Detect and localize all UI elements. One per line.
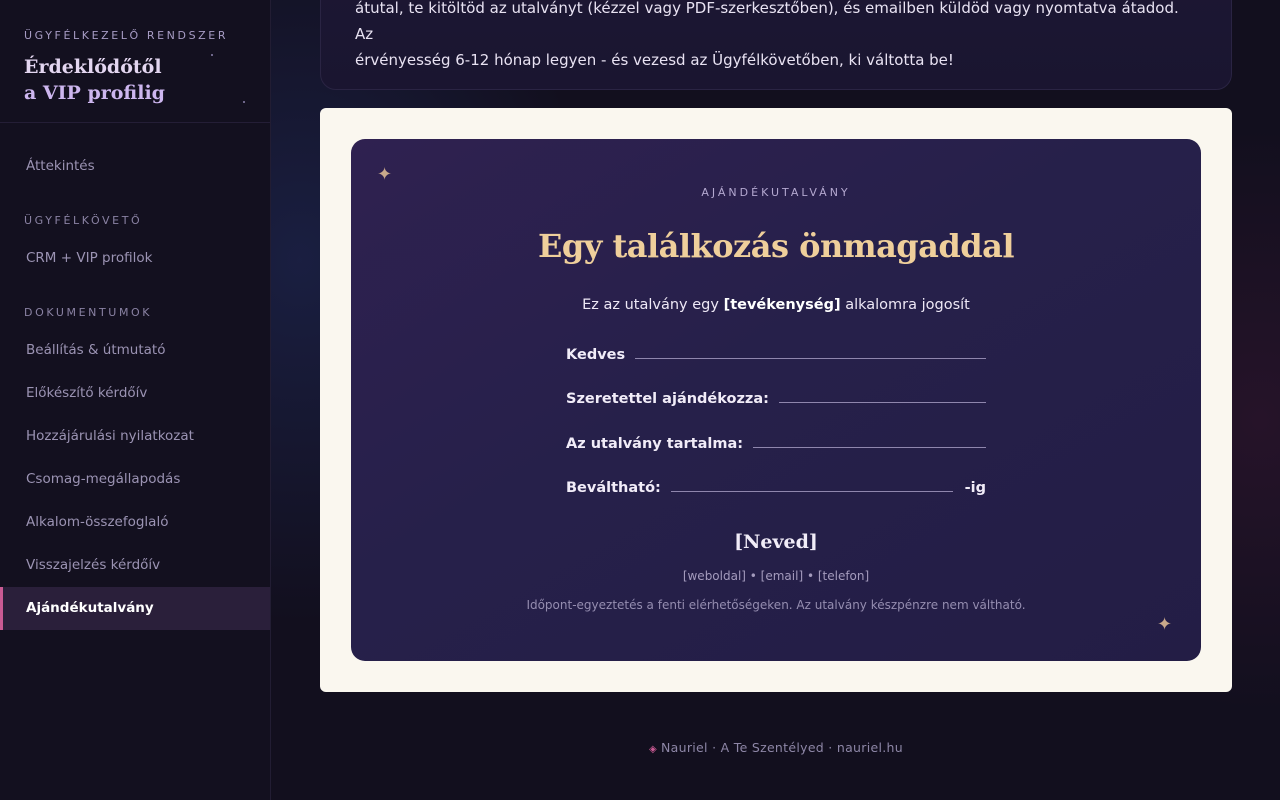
field-recipient-line xyxy=(635,358,986,359)
nav-section-tracker: ÜGYFÉLKÖVETŐ xyxy=(24,214,143,227)
field-content-line xyxy=(753,447,986,448)
sidebar-item-voucher[interactable]: Ajándékutalvány xyxy=(0,587,270,630)
field-recipient: Kedves xyxy=(566,341,986,365)
voucher-activity-placeholder: [tevékenység] xyxy=(723,297,841,313)
decor-dot xyxy=(211,54,213,56)
voucher-kicker: AJÁNDÉKUTALVÁNY xyxy=(701,186,851,199)
voucher-subtitle: Ez az utalvány egy [tevékenység] alkalom… xyxy=(351,297,1201,313)
field-valid-line xyxy=(670,491,953,492)
sparkle-icon: ✦ xyxy=(1157,614,1173,635)
instructions-line2: érvényesség 6-12 hónap legyen - és vezes… xyxy=(355,51,954,69)
brand-title-line2: a VIP profilig xyxy=(24,82,165,104)
sidebar-item-crm[interactable]: CRM + VIP profilok xyxy=(0,237,270,280)
brand-title-line1: Érdeklődőtől xyxy=(24,56,162,78)
decor-dot xyxy=(243,101,245,103)
voucher-frame: ✦ ✦ AJÁNDÉKUTALVÁNY Egy találkozás önmag… xyxy=(320,108,1232,692)
sidebar: ÜGYFÉLKEZELŐ RENDSZER Érdeklődőtől a VIP… xyxy=(0,0,271,800)
diamond-icon: ◈ xyxy=(649,744,658,755)
sidebar-item-overview[interactable]: Áttekintés xyxy=(0,145,270,188)
sidebar-item-setup[interactable]: Beállítás & útmutató xyxy=(0,329,270,372)
sidebar-item-package[interactable]: Csomag-megállapodás xyxy=(0,458,270,501)
brand-kicker: ÜGYFÉLKEZELŐ RENDSZER xyxy=(24,29,229,42)
nav-section-documents: DOKUMENTUMOK xyxy=(24,306,153,319)
sidebar-item-feedback[interactable]: Visszajelzés kérdőív xyxy=(0,544,270,587)
field-valid-until: Beváltható: -ig xyxy=(566,474,986,498)
field-giver: Szeretettel ajándékozza: xyxy=(566,385,986,409)
field-content-label: Az utalvány tartalma: xyxy=(566,436,744,452)
sidebar-item-prep-questionnaire[interactable]: Előkészítő kérdőív xyxy=(0,372,270,415)
voucher-issuer-name: [Neved] xyxy=(734,531,818,553)
footer-text: Nauriel · A Te Szentélyed · nauriel.hu xyxy=(661,740,903,755)
voucher-title: Egy találkozás önmagaddal xyxy=(537,227,1015,265)
sparkle-icon: ✦ xyxy=(377,164,393,185)
field-giver-line xyxy=(778,402,986,403)
brand-title: Érdeklődőtől a VIP profilig xyxy=(24,54,246,106)
voucher-note: Időpont-egyeztetés a fenti elérhetőségek… xyxy=(526,598,1026,612)
brand: ÜGYFÉLKEZELŐ RENDSZER Érdeklődőtől a VIP… xyxy=(0,0,270,123)
sidebar-nav: Áttekintés ÜGYFÉLKÖVETŐ CRM + VIP profil… xyxy=(0,123,270,630)
page-footer: ◈ Nauriel · A Te Szentélyed · nauriel.hu xyxy=(320,740,1232,755)
sidebar-item-session-summary[interactable]: Alkalom-összefoglaló xyxy=(0,501,270,544)
sidebar-item-consent[interactable]: Hozzájárulási nyilatkozat xyxy=(0,415,270,458)
voucher-subtitle-prefix: Ez az utalvány egy xyxy=(582,297,724,313)
field-valid-label: Beváltható: xyxy=(566,480,661,496)
field-recipient-label: Kedves xyxy=(566,347,626,363)
field-valid-suffix: -ig xyxy=(964,480,986,496)
voucher-subtitle-suffix: alkalomra jogosít xyxy=(840,297,970,313)
instructions-text: átutal, te kitöltöd az utalványt (kézzel… xyxy=(355,0,1197,73)
voucher-contact: [weboldal] • [email] • [telefon] xyxy=(682,569,870,583)
field-giver-label: Szeretettel ajándékozza: xyxy=(566,391,769,407)
instructions-card: átutal, te kitöltöd az utalványt (kézzel… xyxy=(320,0,1232,90)
instructions-line1: átutal, te kitöltöd az utalványt (kézzel… xyxy=(355,0,1179,43)
field-content: Az utalvány tartalma: xyxy=(566,430,986,454)
gift-voucher: ✦ ✦ AJÁNDÉKUTALVÁNY Egy találkozás önmag… xyxy=(351,139,1201,661)
